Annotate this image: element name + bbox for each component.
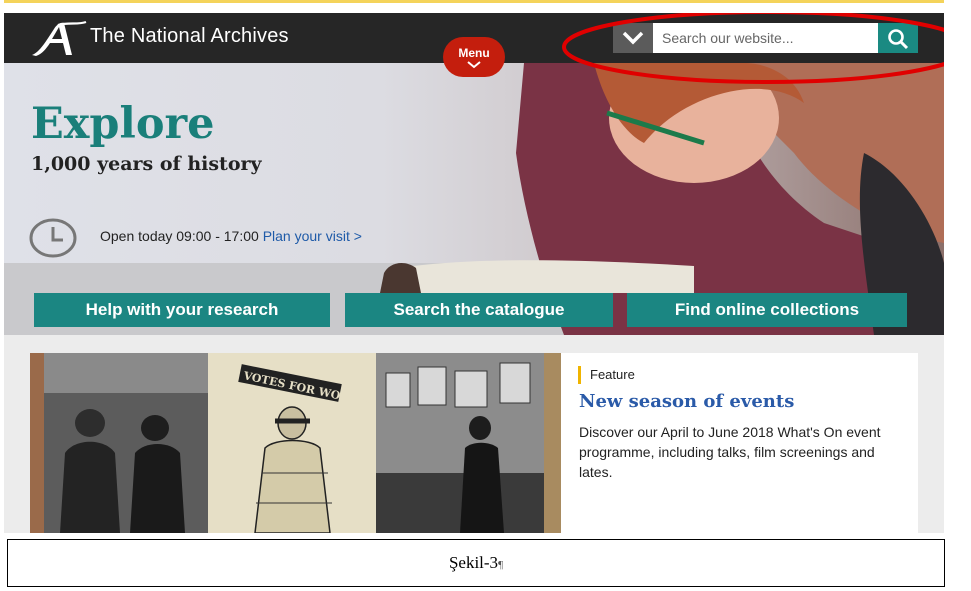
chevron-down-icon bbox=[622, 31, 644, 45]
chevron-down-icon bbox=[467, 61, 481, 69]
site-name[interactable]: The National Archives bbox=[90, 25, 289, 48]
feature-collage-image[interactable]: VOTES FOR WOMEN bbox=[30, 353, 561, 533]
search-catalogue-button[interactable]: Search the catalogue bbox=[345, 293, 613, 327]
figure-caption: Şekil-3¶ bbox=[7, 539, 945, 587]
search-icon bbox=[888, 29, 909, 50]
feature-card[interactable]: VOTES FOR WOMEN Feature New season of ev… bbox=[30, 353, 918, 533]
search-button[interactable] bbox=[878, 23, 918, 53]
hero-banner: Explore 1,000 years of history Open toda… bbox=[4, 63, 944, 335]
logo-a-icon[interactable] bbox=[28, 19, 88, 57]
opening-hours: Open today 09:00 - 17:00 Plan your visit… bbox=[100, 228, 362, 244]
feature-description: Discover our April to June 2018 What's O… bbox=[579, 424, 881, 480]
menu-label: Menu bbox=[458, 46, 490, 60]
plan-visit-link[interactable]: Plan your visit > bbox=[263, 228, 362, 244]
feature-title-link[interactable]: New season of events bbox=[579, 391, 794, 412]
hero-title: Explore bbox=[31, 99, 215, 149]
paragraph-mark: ¶ bbox=[498, 559, 504, 571]
caption-label: Şekil-3 bbox=[448, 553, 499, 572]
hero-subtitle: 1,000 years of history bbox=[31, 153, 262, 175]
search-input[interactable] bbox=[653, 23, 878, 53]
menu-button[interactable]: Menu bbox=[443, 37, 505, 77]
find-collections-button[interactable]: Find online collections bbox=[627, 293, 907, 327]
feature-tag: Feature bbox=[578, 366, 635, 384]
search-scope-dropdown[interactable] bbox=[613, 23, 653, 53]
help-research-button[interactable]: Help with your research bbox=[34, 293, 330, 327]
clock-icon bbox=[29, 218, 77, 258]
opening-hours-text: Open today 09:00 - 17:00 bbox=[100, 228, 259, 244]
website-screenshot: The National Archives Menu bbox=[4, 13, 944, 533]
top-border-line bbox=[4, 0, 944, 3]
